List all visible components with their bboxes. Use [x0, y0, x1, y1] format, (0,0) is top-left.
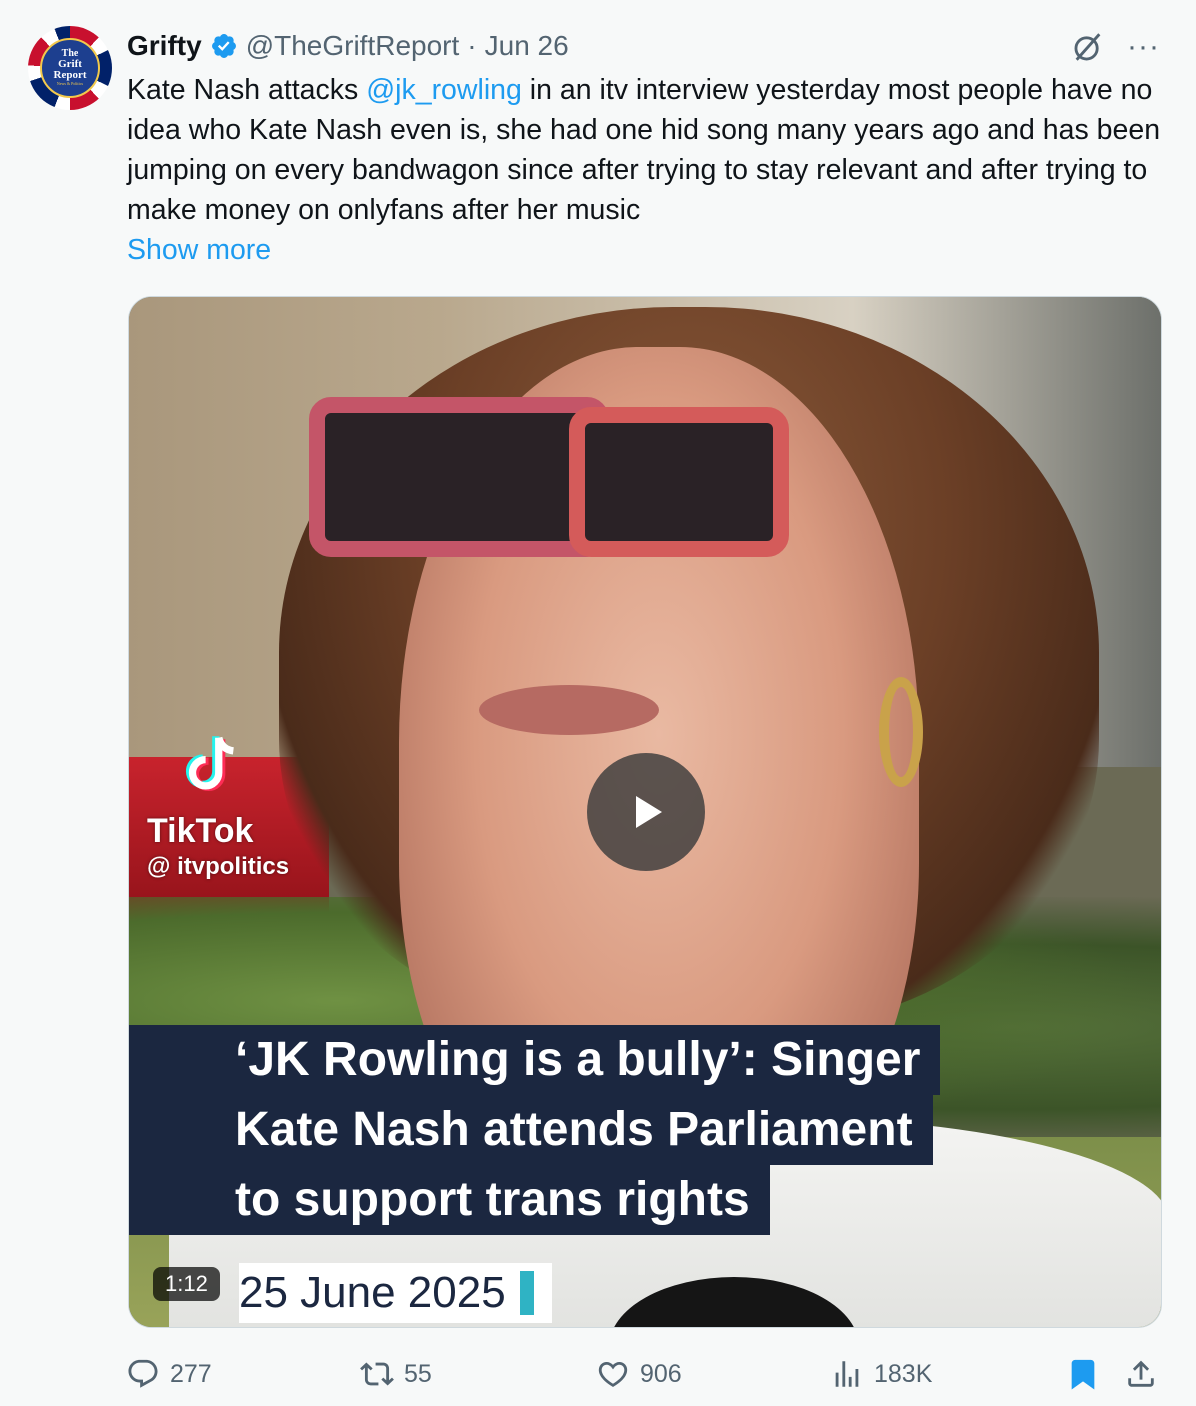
tweet-card[interactable]: The Grift Report News & Politics Grifty … [0, 0, 1196, 1406]
tiktok-logo-icon [185, 736, 234, 791]
caption-date-accent [519, 1271, 534, 1315]
video-player[interactable]: TikTok @ itvpolitics ‘JK Rowling is a bu… [128, 296, 1162, 1328]
more-icon[interactable]: ··· [1127, 32, 1160, 62]
like-button[interactable]: 906 [596, 1350, 682, 1398]
reply-count: 277 [170, 1359, 212, 1388]
thumbnail-earring [879, 677, 923, 787]
caption-line: ‘JK Rowling is a bully’: Singer [129, 1025, 941, 1095]
tweet-date[interactable]: Jun 26 [485, 30, 569, 62]
views-button[interactable]: 183K [830, 1350, 932, 1398]
video-caption: ‘JK Rowling is a bully’: Singer Kate Nas… [129, 1025, 941, 1235]
like-icon [598, 1361, 628, 1387]
thumbnail-sunglasses-left [309, 397, 609, 557]
tiktok-handle: @ itvpolitics [147, 853, 290, 880]
caption-date-text: 25 June 2025 [239, 1268, 506, 1317]
views-icon [835, 1361, 859, 1387]
avatar-logo: The Grift Report News & Politics [40, 38, 100, 98]
grok-icon[interactable] [1071, 30, 1105, 64]
bookmark-button[interactable] [1066, 1350, 1100, 1398]
show-more-link[interactable]: Show more [127, 230, 271, 270]
verified-badge-icon[interactable] [210, 32, 238, 60]
author-handle[interactable]: @TheGriftReport [246, 30, 460, 62]
retweet-count: 55 [404, 1359, 432, 1388]
play-button[interactable] [587, 753, 705, 871]
tweet-text-part: Kate Nash attacks [127, 74, 367, 106]
video-duration: 1:12 [153, 1267, 220, 1301]
action-bar: 277 55 906 183K [126, 1350, 1166, 1400]
views-count: 183K [874, 1359, 933, 1388]
separator-dot: · [467, 30, 477, 61]
tiktok-brand: TikTok [147, 812, 254, 850]
avatar-text-line: Report [53, 69, 87, 81]
reply-button[interactable]: 277 [126, 1350, 212, 1398]
header-actions: ··· [1071, 30, 1160, 64]
retweet-icon [360, 1362, 394, 1386]
mention-link[interactable]: @jk_rowling [366, 74, 522, 106]
reply-icon [128, 1359, 158, 1388]
play-icon [636, 796, 662, 828]
avatar[interactable]: The Grift Report News & Politics [28, 26, 112, 110]
tweet-text: Kate Nash attacks @jk_rowling in an itv … [127, 70, 1167, 230]
like-count: 906 [640, 1359, 682, 1388]
tweet-header: Grifty @TheGriftReport · Jun 26 [127, 26, 569, 66]
caption-line: Kate Nash attends Parliament [129, 1095, 933, 1165]
caption-date: 25 June 2025 [239, 1263, 552, 1323]
share-button[interactable] [1124, 1350, 1158, 1398]
avatar-text-line: News & Politics [56, 81, 84, 86]
retweet-button[interactable]: 55 [360, 1350, 432, 1398]
author-name[interactable]: Grifty [127, 30, 202, 62]
thumbnail-lips [479, 685, 659, 735]
caption-line: to support trans rights [129, 1165, 770, 1235]
share-icon [1128, 1360, 1154, 1387]
bookmark-icon [1071, 1359, 1095, 1390]
thumbnail-sunglasses-right [569, 407, 789, 557]
tiktok-watermark: TikTok @ itvpolitics [147, 729, 347, 881]
